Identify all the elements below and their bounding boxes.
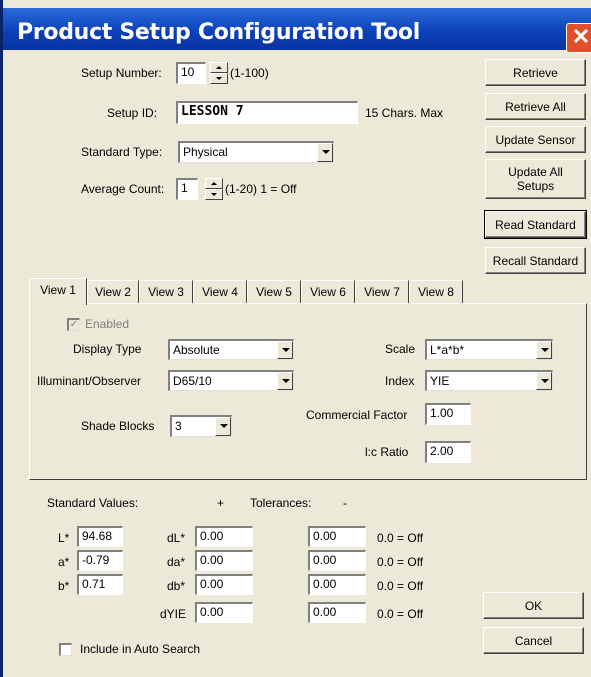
tab-view-7[interactable]: View 7 <box>355 280 409 304</box>
da-star-label: da* <box>167 555 186 569</box>
dl-star-off-hint: 0.0 = Off <box>377 531 424 545</box>
checkmark-icon: ✓ <box>69 319 79 330</box>
update-sensor-button[interactable]: Update Sensor <box>485 126 586 153</box>
spin-down-icon[interactable] <box>205 189 223 200</box>
db-star-off-hint: 0.0 = Off <box>377 579 424 593</box>
chevron-down-icon[interactable] <box>215 417 231 436</box>
db-star-label: db* <box>167 579 186 593</box>
illuminant-label: Illuminant/Observer <box>37 374 142 388</box>
spin-up-icon[interactable] <box>210 62 228 73</box>
lc-ratio-label: l:c Ratio <box>365 445 409 459</box>
display-type-label: Display Type <box>73 342 142 356</box>
ok-button[interactable]: OK <box>483 592 584 619</box>
update-all-setups-button[interactable]: Update All Setups <box>485 159 586 199</box>
da-star-minus-input[interactable]: 0.00 <box>308 550 366 571</box>
commercial-factor-label: Commercial Factor <box>306 408 408 422</box>
a-star-input[interactable]: -0.79 <box>77 550 123 571</box>
index-select[interactable]: YIE <box>425 370 553 391</box>
cancel-button[interactable]: Cancel <box>483 627 584 654</box>
index-value: YIE <box>430 374 450 388</box>
tab-view-5[interactable]: View 5 <box>247 280 301 304</box>
da-star-off-hint: 0.0 = Off <box>377 555 424 569</box>
average-count-hint: (1-20) 1 = Off <box>225 182 297 196</box>
display-type-select[interactable]: Absolute <box>168 339 294 360</box>
close-icon: ✕ <box>571 24 591 49</box>
recall-standard-button[interactable]: Recall Standard <box>485 247 586 274</box>
setup-number-spinner[interactable] <box>210 62 228 84</box>
standard-type-label: Standard Type: <box>81 145 163 159</box>
tab-view-6[interactable]: View 6 <box>301 280 355 304</box>
b-star-label: b* <box>58 579 70 593</box>
dl-star-minus-input[interactable]: 0.00 <box>308 526 366 547</box>
shade-blocks-label: Shade Blocks <box>81 419 155 433</box>
read-standard-button[interactable]: Read Standard <box>484 210 587 239</box>
scale-select[interactable]: L*a*b* <box>425 339 553 360</box>
include-auto-search-label: Include in Auto Search <box>80 642 201 656</box>
average-count-input[interactable]: 1 <box>176 178 198 200</box>
illuminant-value: D65/10 <box>173 374 212 388</box>
close-button[interactable]: ✕ <box>566 23 591 53</box>
retrieve-all-button[interactable]: Retrieve All <box>485 93 586 120</box>
tab-view-4[interactable]: View 4 <box>193 280 247 304</box>
title-bar[interactable]: Product Setup Configuration Tool ✕ <box>3 8 591 53</box>
setup-id-input[interactable]: LESSON 7 <box>176 101 358 124</box>
scale-value: L*a*b* <box>430 343 465 357</box>
dyie-plus-input[interactable]: 0.00 <box>195 602 253 623</box>
commercial-factor-input[interactable]: 1.00 <box>425 403 471 425</box>
chevron-down-icon[interactable] <box>317 143 333 162</box>
include-auto-search-checkbox[interactable] <box>59 643 72 656</box>
plus-label: + <box>217 496 225 510</box>
retrieve-button[interactable]: Retrieve <box>485 59 586 86</box>
da-star-plus-input[interactable]: 0.00 <box>195 550 253 571</box>
setup-number-label: Setup Number: <box>81 66 162 80</box>
chevron-down-icon[interactable] <box>536 372 552 390</box>
b-star-input[interactable]: 0.71 <box>77 574 123 595</box>
scale-label: Scale <box>385 342 416 356</box>
setup-id-hint: 15 Chars. Max <box>365 106 444 120</box>
dl-star-label: dL* <box>167 531 186 545</box>
chevron-down-icon[interactable] <box>536 341 552 359</box>
tab-view-2[interactable]: View 2 <box>87 280 139 304</box>
tab-view-1[interactable]: View 1 <box>29 278 87 305</box>
dl-star-plus-input[interactable]: 0.00 <box>195 526 253 547</box>
l-star-input[interactable]: 94.68 <box>77 526 123 547</box>
index-label: Index <box>385 374 415 388</box>
dialog-window: Product Setup Configuration Tool ✕ Setup… <box>0 0 591 677</box>
average-count-spinner[interactable] <box>205 178 223 200</box>
tab-view-3[interactable]: View 3 <box>139 280 193 304</box>
enabled-label: Enabled <box>85 317 130 331</box>
chevron-down-icon[interactable] <box>277 372 293 390</box>
dyie-minus-input[interactable]: 0.00 <box>308 602 366 623</box>
spin-up-icon[interactable] <box>205 178 223 189</box>
setup-number-range: (1-100) <box>230 66 269 80</box>
dyie-label: dYIE <box>160 607 187 621</box>
shade-blocks-select[interactable]: 3 <box>170 415 232 437</box>
setup-number-input[interactable]: 10 <box>176 62 206 84</box>
l-star-label: L* <box>58 531 70 545</box>
shade-blocks-value: 3 <box>175 419 182 433</box>
dyie-off-hint: 0.0 = Off <box>377 607 424 621</box>
standard-values-label: Standard Values: <box>47 496 139 510</box>
display-type-value: Absolute <box>173 343 220 357</box>
average-count-label: Average Count: <box>81 182 165 196</box>
standard-type-select[interactable]: Physical <box>178 141 334 163</box>
db-star-plus-input[interactable]: 0.00 <box>195 574 253 595</box>
enabled-checkbox[interactable]: ✓ <box>67 318 80 331</box>
setup-id-label: Setup ID: <box>107 106 158 120</box>
a-star-label: a* <box>58 555 70 569</box>
window-title: Product Setup Configuration Tool <box>17 20 420 45</box>
lc-ratio-input[interactable]: 2.00 <box>425 441 471 463</box>
chevron-down-icon[interactable] <box>277 341 293 359</box>
tolerances-label: Tolerances: <box>250 496 312 510</box>
standard-type-value: Physical <box>183 145 228 159</box>
minus-label: - <box>343 496 347 510</box>
tab-view-8[interactable]: View 8 <box>409 280 463 304</box>
db-star-minus-input[interactable]: 0.00 <box>308 574 366 595</box>
illuminant-select[interactable]: D65/10 <box>168 370 294 391</box>
spin-down-icon[interactable] <box>210 73 228 84</box>
